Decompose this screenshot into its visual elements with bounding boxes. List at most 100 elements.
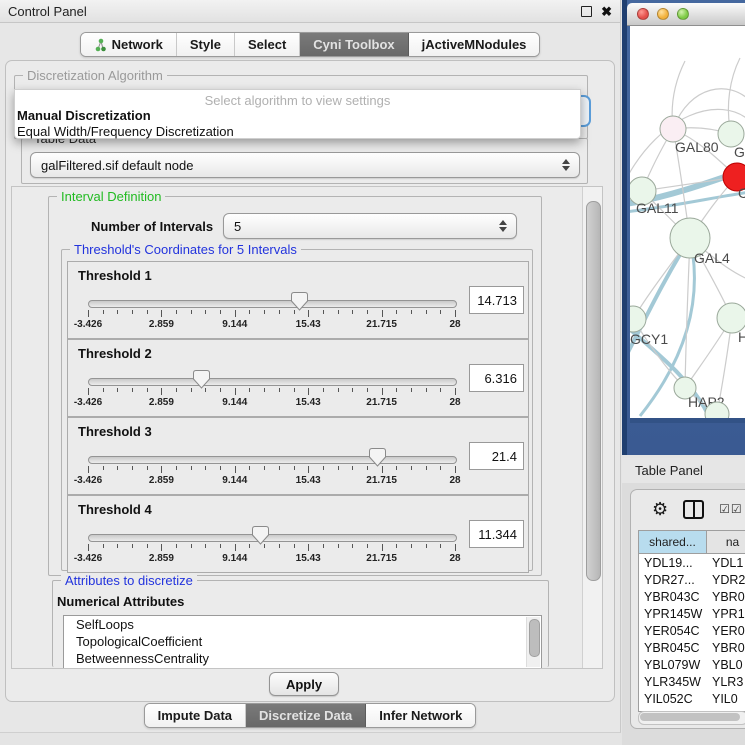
minimize-traffic-light[interactable] [657,8,669,20]
tab-select[interactable]: Select [235,33,300,56]
checkbox-icons[interactable]: ☑☑ [719,502,743,516]
tab-discretize-data[interactable]: Discretize Data [246,704,366,727]
control-panel-title: Control Panel [0,4,87,19]
slider-tick-labels: -3.4262.8599.14415.4321.71528 [88,553,455,565]
slider-tick-labels: -3.4262.8599.14415.4321.71528 [88,397,455,409]
threshold-label: Threshold 3 [78,424,152,439]
interval-definition-group: Interval Definition Number of Intervals … [48,196,542,576]
table-row[interactable]: YLR345WYLR3 [639,673,745,690]
tab-label: jActiveMNodules [422,37,527,52]
algorithm-group-title: Discretization Algorithm [23,68,167,83]
attributes-group-title: Attributes to discretize [61,573,197,588]
slider-thumb[interactable] [291,292,308,311]
slider-thumb[interactable] [252,526,269,545]
tab-label: Cyni Toolbox [313,37,394,52]
threshold-box: Threshold 3 -3.4262.8599.14415.4321.71528… [67,417,529,495]
list-item[interactable]: SelfLoops [64,616,541,633]
gear-icon[interactable]: ⚙ [652,500,668,518]
tab-network[interactable]: Network [81,33,177,56]
table-cell: YDL19... [639,554,707,571]
threshold-value-field[interactable]: 14.713 [469,286,524,314]
slider-ticks [88,388,455,396]
algorithm-dropdown-placeholder: Select algorithm to view settings [15,90,580,108]
panel-vertical-scrollbar[interactable] [582,187,602,668]
table-row[interactable]: YBR045CYBR0 [639,639,745,656]
algorithm-option[interactable]: Manual Discretization [15,108,580,124]
interval-definition-title: Interval Definition [57,189,165,204]
table-cell: YER054C [639,622,707,639]
scrollbar-thumb[interactable] [586,201,601,581]
network-node[interactable] [630,306,646,332]
slider-track[interactable] [88,378,457,386]
threshold-value-field[interactable]: 11.344 [469,520,524,548]
slider-thumb[interactable] [369,448,386,467]
number-of-intervals-label: Number of Intervals [91,219,213,234]
float-window-icon[interactable] [581,6,592,17]
table-cell: YPR1 [707,605,745,622]
close-icon[interactable]: ✖ [601,5,612,18]
threshold-coordinates-group: Threshold's Coordinates for 5 Intervals … [61,249,533,571]
tab-infer-network[interactable]: Infer Network [366,704,475,727]
table-row[interactable]: YDR27...YDR2 [639,571,745,588]
threshold-value-field[interactable]: 21.4 [469,442,524,470]
apply-button[interactable]: Apply [269,672,339,696]
tab-label: Style [190,37,221,52]
attributes-list-scrollbar[interactable] [526,617,540,667]
node-label: GAL4 [694,250,730,266]
column-header[interactable]: shared... [639,531,707,553]
table-panel-toolbar: ⚙ ☑☑ [631,494,745,524]
table-row[interactable]: YDL19...YDL1 [639,554,745,571]
numerical-attributes-list[interactable]: SelfLoopsTopologicalCoefficientBetweenne… [63,615,542,669]
slider-thumb[interactable] [193,370,210,389]
list-item[interactable]: TopologicalCoefficient [64,633,541,650]
table-cell: YIL052C [639,690,707,707]
network-window-titlebar [627,3,745,26]
column-header[interactable]: na [707,531,745,553]
list-item[interactable]: BetweennessCentrality [64,650,541,667]
table-row[interactable]: YBR043CYBR0 [639,588,745,605]
slider-ticks [88,310,455,318]
settings-scroll-viewport: Interval Definition Number of Intervals … [11,186,603,669]
table-horizontal-scrollbar[interactable] [638,711,745,725]
algorithm-dropdown-popup: Select algorithm to view settings Manual… [14,89,581,139]
slider-ticks [88,466,455,474]
numerical-attributes-heading: Numerical Attributes [57,594,184,609]
node-label: C [738,185,745,201]
node-label: GCY1 [630,331,668,347]
table-row[interactable]: YIL052CYIL0 [639,690,745,707]
table-row[interactable]: YPR145WYPR1 [639,605,745,622]
slider-track[interactable] [88,456,457,464]
network-icon [94,38,107,52]
scrollbar-thumb[interactable] [640,713,740,721]
threshold-box: Threshold 2-3.4262.8599.14415.4321.71528… [67,339,529,417]
table-panel-card: ⚙ ☑☑ shared...na YDL19...YDL1YDR27...YDR… [630,489,745,729]
tab-cyni-toolbox[interactable]: Cyni Toolbox [300,33,408,56]
table-cell: YDL1 [707,554,745,571]
table-panel-body: ⚙ ☑☑ shared...na YDL19...YDL1YDR27...YDR… [622,483,745,745]
node-label: GA [734,144,745,160]
slider-tick-labels: -3.4262.8599.14415.4321.71528 [88,475,455,487]
stepper-arrows-icon [557,159,579,171]
tab-impute-data[interactable]: Impute Data [145,704,246,727]
number-of-intervals-combo[interactable]: 5 [223,213,517,239]
control-panel-window: Control Panel ✖ Network Style Select Cyni T… [0,0,621,733]
canvas-bottom-shadow [630,418,745,423]
tab-style[interactable]: Style [177,33,235,56]
algorithm-option[interactable]: Equal Width/Frequency Discretization [15,124,580,140]
node-table[interactable]: shared...na YDL19...YDL1YDR27...YDR2YBR0… [638,530,745,712]
slider-track[interactable] [88,534,457,542]
table-cell: YIL0 [707,690,745,707]
slider-track[interactable] [88,300,457,308]
table-row[interactable]: YER054CYER0 [639,622,745,639]
threshold-value-field[interactable]: 6.316 [469,364,524,392]
table-cell: YPR145W [639,605,707,622]
table-cell: YBR043C [639,588,707,605]
table-row[interactable]: YBL079WYBL0 [639,656,745,673]
network-view-canvas[interactable]: GAL80GACGAL11GAL4GCY1HHAP2 [630,26,745,418]
tab-jactivemnodules[interactable]: jActiveMNodules [409,33,540,56]
threshold-label: Threshold 4 [78,502,152,517]
close-traffic-light[interactable] [637,8,649,20]
column-layout-icon[interactable] [683,500,704,519]
table-data-combo[interactable]: galFiltered.sif default node [30,152,580,178]
zoom-traffic-light[interactable] [677,8,689,20]
